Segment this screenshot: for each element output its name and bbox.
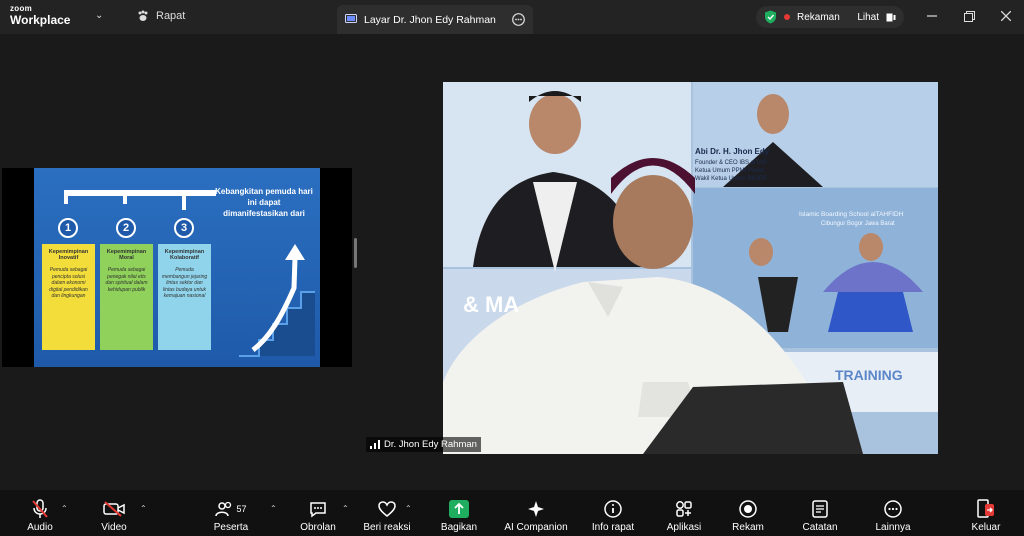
brand-top: zoom (10, 4, 33, 13)
chevron-up-icon[interactable]: ⌃ (405, 504, 412, 513)
ai-companion-label: AI Companion (504, 522, 568, 533)
more-button[interactable]: Lainnya (873, 490, 913, 536)
meeting-tab[interactable]: Rapat (137, 10, 185, 22)
participants-icon: 57 (211, 499, 251, 519)
sparkle-icon (525, 499, 547, 519)
share-icon (448, 499, 470, 519)
slide-arrow-bar (64, 190, 216, 196)
chevron-up-icon[interactable]: ⌃ (140, 504, 147, 513)
slide-title: Kebangkitan pemuda hari ini dapat dimani… (215, 187, 313, 218)
video-off-icon (103, 499, 125, 519)
audio-button[interactable]: Audio (24, 490, 56, 536)
signal-bars-icon (370, 440, 380, 449)
slide-card: Kepemimpinan Moral Pemuda sebagai penega… (100, 244, 153, 350)
view-layout-icon[interactable] (886, 13, 896, 22)
share-tab-label: Layar Dr. Jhon Edy Rahman (364, 13, 496, 26)
recording-label: Rekaman (797, 11, 840, 23)
chat-button[interactable]: Obrolan (298, 490, 338, 536)
participant-count: 57 (236, 504, 247, 514)
share-label: Bagikan (440, 522, 478, 533)
chat-icon (307, 499, 329, 519)
apps-icon (673, 499, 695, 519)
heart-icon (376, 499, 398, 519)
screen-share-icon (345, 14, 357, 23)
rising-stairs-graphic (239, 244, 315, 357)
step-number: 3 (174, 218, 194, 238)
share-button[interactable]: Bagikan (439, 490, 479, 536)
step-number: 2 (116, 218, 136, 238)
video-label: Video (101, 522, 127, 533)
meeting-info-button[interactable]: Info rapat (590, 490, 636, 536)
apps-label: Aplikasi (666, 522, 702, 533)
minimize-icon[interactable] (924, 8, 940, 24)
chevron-up-icon[interactable]: ⌃ (61, 504, 68, 513)
banner-role: Ketua Umum PPMI Pusat (695, 168, 764, 174)
chevron-down-icon[interactable]: ⌄ (95, 10, 103, 21)
participant-name: Dr. Jhon Edy Rahman (384, 439, 477, 450)
banner-name: Abi Dr. H. Jhon Edy (695, 147, 770, 156)
card-heading: Kepemimpinan Moral (106, 249, 147, 261)
title-bar: zoom Workplace ⌄ Rapat Layar Dr. Jhon Ed… (0, 0, 1024, 34)
meeting-toolbar: Audio ⌃ Video ⌃ 57 Peserta ⌃ Obrolan ⌃ B… (0, 490, 1024, 536)
paw-icon (138, 10, 148, 21)
record-label: Rekam (732, 522, 764, 533)
banner-school: Islamic Boarding School alTAHFIDH (799, 211, 904, 218)
banner-training: TRAINING (835, 367, 903, 383)
notes-label: Catatan (802, 522, 838, 533)
step-number: 1 (58, 218, 78, 238)
banner-role: Wakil Ketua Umum BKsPP (695, 176, 767, 182)
presentation-slide: Kebangkitan pemuda hari ini dapat dimani… (34, 168, 320, 367)
more-icon (882, 499, 904, 519)
app-logo[interactable]: zoom Workplace (10, 4, 71, 27)
participant-video[interactable]: & MA Abi Dr. H. Jhon Edy Founder & CEO I… (443, 82, 938, 454)
video-frame: & MA Abi Dr. H. Jhon Edy Founder & CEO I… (443, 82, 938, 454)
slide-card: Kepemimpinan Inovatif Pemuda sebagai pen… (42, 244, 95, 350)
card-heading: Kepemimpinan Inovatif (48, 249, 89, 261)
info-icon (602, 499, 624, 519)
card-text: Pemuda sebagai pencipta solusi dalam eko… (49, 267, 88, 299)
audio-label: Audio (27, 522, 53, 533)
more-options-icon[interactable] (512, 13, 525, 26)
participants-button[interactable]: 57 Peserta (210, 490, 252, 536)
participants-label: Peserta (213, 522, 249, 533)
leave-label: Keluar (971, 522, 1001, 533)
leave-icon (975, 499, 997, 519)
react-button[interactable]: Beri reaksi (362, 490, 412, 536)
banner-location: Cibungur Bogor Jawa Barat (821, 221, 895, 227)
chevron-up-icon[interactable]: ⌃ (270, 504, 277, 513)
shield-check-icon[interactable] (764, 10, 777, 24)
brand-bottom: Workplace (10, 13, 71, 27)
react-label: Beri reaksi (363, 522, 411, 533)
chat-label: Obrolan (300, 522, 336, 533)
leave-button[interactable]: Keluar (968, 490, 1004, 536)
close-icon[interactable] (998, 8, 1014, 24)
meeting-label: Rapat (156, 10, 186, 22)
card-text: Pemuda membangun jejaring lintas sektor … (161, 267, 208, 299)
record-dot-icon (784, 14, 790, 20)
video-button[interactable]: Video (98, 490, 130, 536)
restore-icon[interactable] (961, 8, 977, 24)
ai-companion-button[interactable]: AI Companion (502, 490, 570, 536)
notes-button[interactable]: Catatan (800, 490, 840, 536)
chevron-up-icon[interactable]: ⌃ (342, 504, 349, 513)
notes-icon (809, 499, 831, 519)
view-label[interactable]: Lihat (857, 12, 879, 23)
slide-card: Kepemimpinan Kolaboratif Pemuda membangu… (158, 244, 211, 350)
mic-muted-icon (29, 499, 51, 519)
card-heading: Kepemimpinan Kolaboratif (164, 249, 205, 261)
apps-button[interactable]: Aplikasi (664, 490, 704, 536)
more-label: Lainnya (875, 522, 911, 533)
panel-resize-handle[interactable] (354, 238, 357, 268)
banner-role: Founder & CEO IBS alTAR (695, 160, 768, 166)
meeting-info-label: Info rapat (591, 522, 635, 533)
record-icon (737, 499, 759, 519)
card-text: Pemuda sebagai penegak nilai etis dan sp… (105, 267, 148, 293)
participant-name-tag: Dr. Jhon Edy Rahman (366, 437, 481, 452)
share-screen-tab[interactable]: Layar Dr. Jhon Edy Rahman (337, 5, 533, 34)
record-button[interactable]: Rekam (730, 490, 766, 536)
recording-status[interactable]: Rekaman Lihat (756, 6, 904, 28)
banner-amp: & MA (463, 292, 519, 317)
